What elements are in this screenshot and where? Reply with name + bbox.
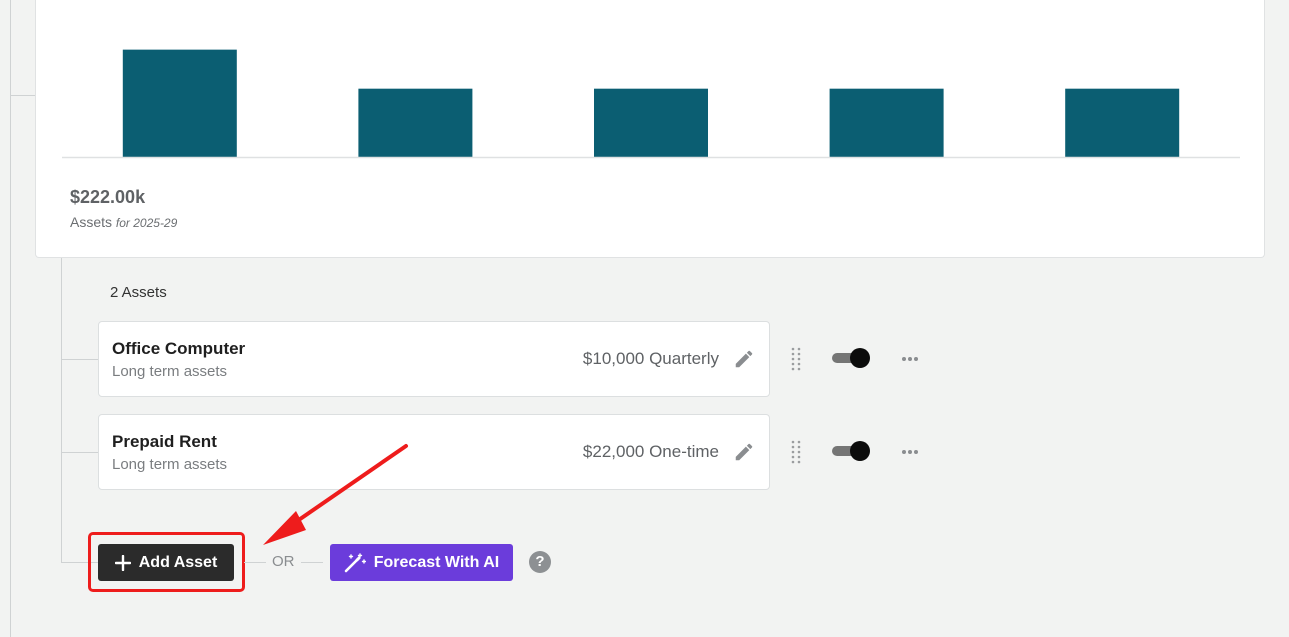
toggle-knob [850, 348, 870, 368]
asset-enabled-toggle[interactable] [832, 347, 872, 369]
more-options-icon[interactable] [901, 355, 919, 363]
caption-period: for 2025-29 [115, 216, 178, 230]
forecast-with-ai-label: Forecast With AI [373, 553, 500, 571]
chart-bar[interactable] [594, 88, 708, 157]
drag-handle-icon[interactable] [791, 347, 801, 371]
asset-name: Office Computer [112, 339, 246, 358]
tree-line-branch-2 [61, 452, 98, 453]
asset-category: Long term assets [112, 456, 228, 473]
asset-amount: $22,000 One-time [582, 442, 719, 461]
assets-total-caption: Assets for 2025-29 [70, 214, 177, 230]
or-label: OR [272, 553, 295, 570]
help-icon[interactable]: ? [529, 551, 551, 573]
highlight-box [88, 532, 245, 592]
more-options-icon[interactable] [901, 448, 919, 456]
forecast-with-ai-button[interactable]: Forecast With AI [330, 544, 513, 581]
assets-chart-card: $222.00k Assets for 2025-29 [35, 0, 1265, 258]
chart-bar[interactable] [1065, 88, 1180, 157]
chart-bar[interactable] [122, 49, 237, 157]
magic-wand-icon [344, 552, 366, 572]
drag-handle-icon[interactable] [791, 440, 801, 464]
asset-name: Prepaid Rent [112, 432, 217, 451]
assets-total-value: $222.00k [70, 187, 146, 207]
chart-bar[interactable] [829, 88, 944, 157]
tree-line-branch-1 [61, 359, 98, 360]
tree-line-assets [61, 258, 62, 563]
asset-enabled-toggle[interactable] [832, 440, 872, 462]
asset-card[interactable]: Office Computer Long term assets $10,000… [98, 321, 770, 397]
edit-pencil-icon[interactable] [733, 441, 755, 463]
chart-bar[interactable] [358, 88, 473, 157]
caption-label: Assets [70, 214, 113, 230]
or-divider-right [301, 562, 323, 563]
assets-bar-chart [62, 49, 1240, 159]
edit-pencil-icon[interactable] [733, 348, 755, 370]
asset-count-label: 2 Assets [110, 284, 167, 301]
toggle-knob [850, 441, 870, 461]
or-divider-left [244, 562, 266, 563]
asset-category: Long term assets [112, 363, 228, 380]
asset-card[interactable]: Prepaid Rent Long term assets $22,000 On… [98, 414, 770, 490]
asset-amount: $10,000 Quarterly [582, 349, 719, 368]
tree-line-root-branch [10, 95, 35, 96]
